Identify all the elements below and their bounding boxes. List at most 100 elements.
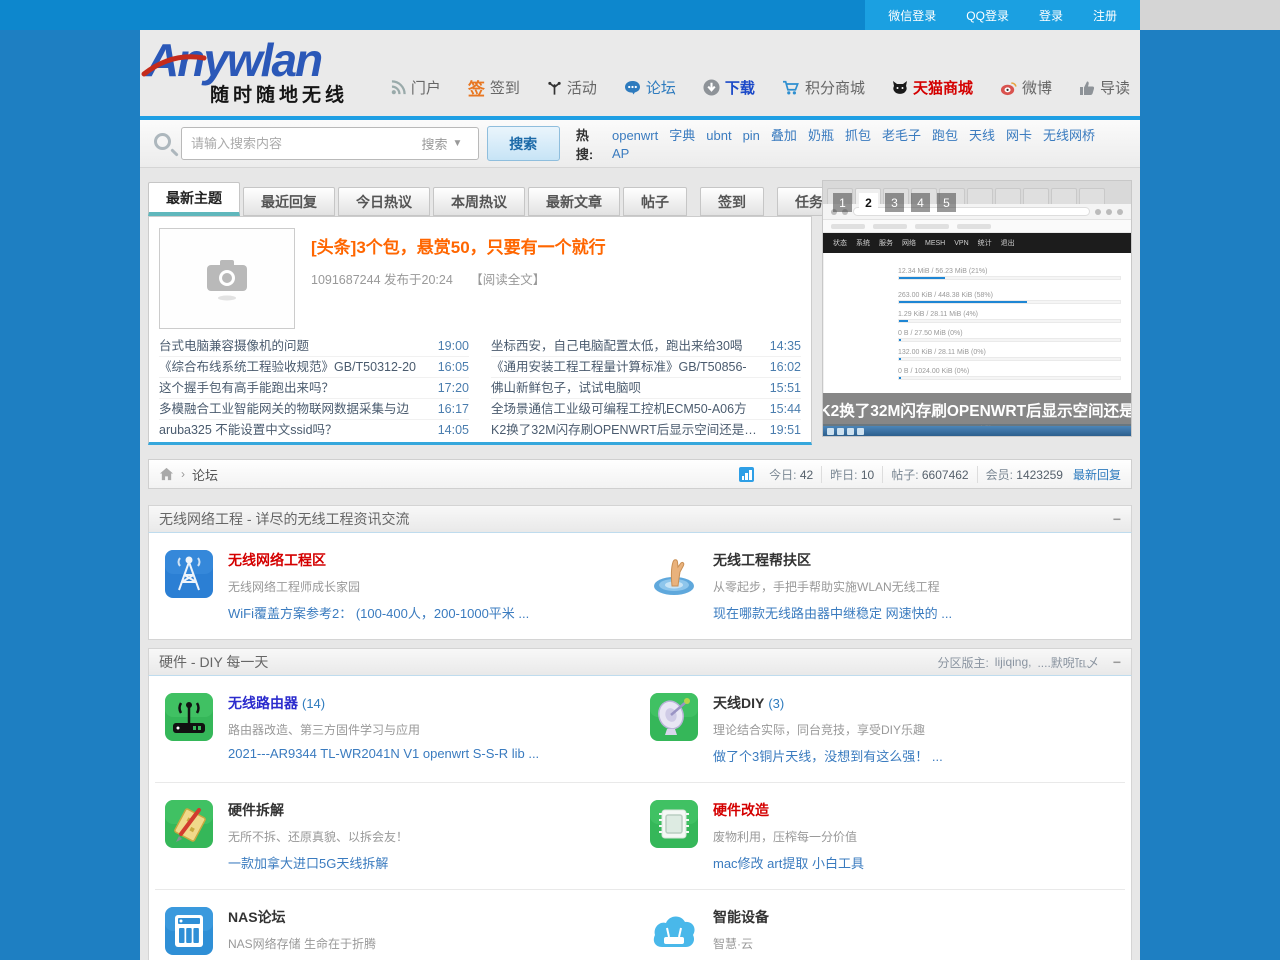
hot-keyword[interactable]: openwrt (612, 128, 658, 143)
home-icon[interactable] (159, 467, 174, 481)
breadcrumb-forum-link[interactable]: 论坛 (192, 465, 218, 484)
nav-item-points-mall[interactable]: 积分商城 (782, 77, 865, 98)
forum-name-link[interactable]: 硬件改造 (713, 802, 769, 818)
topic-time[interactable]: 17:20 (438, 378, 469, 398)
topic-link[interactable]: 台式电脑兼容摄像机的问题 (159, 336, 309, 356)
hot-keyword[interactable]: AP (612, 146, 629, 161)
collapse-button[interactable]: − (1113, 654, 1121, 670)
forum-last-post-link[interactable]: WiFi覆盖方案参考2： (100-400人，200-1000平米 ... (228, 603, 529, 622)
forum-name-link[interactable]: NAS论坛 (228, 909, 286, 925)
topic-link[interactable]: 多模融合工业智能网关的物联网数据采集与边 (159, 399, 409, 419)
posts-button[interactable]: 帖子 (623, 187, 687, 216)
nav-item-tmall[interactable]: 天猫商城 (892, 77, 973, 98)
carousel-page-button[interactable]: 3 (885, 193, 904, 212)
topic-link[interactable]: aruba325 不能设置中文ssid吗？ (159, 420, 338, 441)
forum-last-post-link[interactable]: mac修改 art提取 小白工具 (713, 853, 864, 872)
search-input[interactable] (182, 136, 422, 151)
topic-time[interactable]: 19:51 (770, 420, 801, 441)
tab-latest-articles[interactable]: 最新文章 (528, 187, 620, 216)
hot-keyword[interactable]: pin (743, 128, 760, 143)
topic-time[interactable]: 14:35 (770, 336, 801, 356)
wechat-login-link[interactable]: 微信登录 (873, 7, 951, 24)
cloud-router-icon[interactable] (650, 907, 698, 955)
topic-time[interactable]: 16:17 (438, 399, 469, 419)
hot-keyword[interactable]: ubnt (706, 128, 731, 143)
topic-link[interactable]: K2换了32M闪存刷OPENWRT后显示空间还是特小 (491, 420, 760, 441)
login-link[interactable]: 登录 (1024, 7, 1078, 24)
latest-replies-link[interactable]: 最新回复 (1073, 466, 1121, 483)
topic-time[interactable]: 14:05 (438, 420, 469, 441)
qq-login-link[interactable]: QQ登录 (951, 7, 1024, 24)
collapse-button[interactable]: − (1113, 511, 1121, 527)
tab-latest-topics[interactable]: 最新主题 (148, 182, 240, 216)
nav-item-weibo[interactable]: 微博 (1000, 77, 1052, 98)
hot-keyword[interactable]: 天线 (969, 128, 995, 143)
search-scope-select[interactable]: 搜索 ▼ (422, 134, 478, 153)
topic-link[interactable]: 这个握手包有高手能跑出来吗？ (159, 378, 334, 398)
hot-keyword[interactable]: 跑包 (932, 128, 958, 143)
section-title[interactable]: 无线网络工程 - 详尽的无线工程资讯交流 (159, 509, 409, 529)
forum-today-count[interactable]: (3) (768, 696, 784, 711)
forum-name-link[interactable]: 智能设备 (713, 909, 769, 925)
nav-item-guide[interactable]: 导读 (1079, 77, 1130, 98)
topic-time[interactable]: 15:51 (770, 378, 801, 398)
carousel-page-button[interactable]: 5 (937, 193, 956, 212)
topic-link[interactable]: 全场景通信工业级可编程工控机ECM50-A06方 (491, 399, 747, 419)
topic-link[interactable]: 《综合布线系统工程验收规范》GB/T50312-20 (159, 357, 416, 377)
forum-name-link[interactable]: 无线工程帮扶区 (713, 552, 811, 568)
antenna-tower-icon[interactable] (165, 550, 213, 598)
forum-last-post-link[interactable]: 做了个3铜片天线，没想到有这么强！ ... (713, 746, 943, 765)
headline-title-link[interactable]: [头条]3个包，悬赏50，只要有一个就行 (311, 233, 606, 258)
site-logo[interactable]: Anywlan 随时随地无线 (146, 36, 348, 107)
hot-keyword[interactable]: 叠加 (771, 128, 797, 143)
forum-name-link[interactable]: 天线DIY (713, 695, 764, 711)
register-link[interactable]: 注册 (1078, 7, 1132, 24)
tab-hot-week[interactable]: 本周热议 (433, 187, 525, 216)
search-button[interactable]: 搜索 (487, 126, 560, 161)
nav-item-portal[interactable]: 门户 (391, 77, 441, 98)
hot-keyword[interactable]: 字典 (669, 128, 695, 143)
topic-time[interactable]: 16:05 (438, 357, 469, 377)
forum-today-count[interactable]: (14) (302, 696, 325, 711)
topic-link[interactable]: 《通用安装工程工程量计算标准》GB/T50856- (491, 357, 747, 377)
topic-time[interactable]: 16:02 (770, 357, 801, 377)
nav-item-forum[interactable]: 论坛 (624, 77, 676, 98)
forum-last-post-link[interactable]: 一款加拿大进口5G天线拆解 (228, 853, 408, 872)
topic-link[interactable]: 坐标西安，自己电脑配置太低，跑出来给30喝 (491, 336, 742, 356)
forum-name-link[interactable]: 无线网络工程区 (228, 552, 326, 568)
forum-name-link[interactable]: 硬件拆解 (228, 802, 284, 818)
moderator-link[interactable]: ....默唲℡乄 (1037, 654, 1098, 671)
forum-last-post-link[interactable]: 2021---AR9344 TL-WR2041N V1 openwrt S-S-… (228, 746, 539, 761)
hot-keyword[interactable]: 老毛子 (882, 128, 921, 143)
moderator-link[interactable]: lijiqing, (995, 655, 1032, 669)
tab-recent-replies[interactable]: 最近回复 (243, 187, 335, 216)
chip-icon[interactable] (650, 800, 698, 848)
tab-hot-today[interactable]: 今日热议 (338, 187, 430, 216)
carousel-page-button-active[interactable]: 2 (859, 193, 878, 212)
topic-link[interactable]: 佛山新鲜包子，试试电脑呗 (491, 378, 641, 398)
hot-keyword[interactable]: 奶瓶 (808, 128, 834, 143)
nas-server-icon[interactable] (165, 907, 213, 955)
carousel-page-button[interactable]: 4 (911, 193, 930, 212)
router-icon[interactable] (165, 693, 213, 741)
nav-item-signin[interactable]: 签 签到 (468, 75, 520, 100)
forum-name-link[interactable]: 无线路由器 (228, 695, 298, 711)
topic-time[interactable]: 19:00 (438, 336, 469, 356)
carousel-caption[interactable]: K2换了32M闪存刷OPENWRT后显示空间还是 (823, 393, 1131, 426)
headline-thumbnail[interactable] (159, 228, 295, 329)
hot-keyword[interactable]: 网卡 (1006, 128, 1032, 143)
image-carousel[interactable]: 1 2 3 4 5 状态系统服务网络MESHVPN统计退出 (822, 180, 1132, 437)
nav-item-download[interactable]: 下载 (703, 77, 755, 98)
read-all-link[interactable]: 【阅读全文】 (470, 273, 545, 287)
nav-item-activity[interactable]: 活动 (547, 77, 597, 98)
tools-icon[interactable] (165, 800, 213, 848)
section-title[interactable]: 硬件 - DIY 每一天 (159, 652, 268, 672)
hot-keyword[interactable]: 无线网桥 (1043, 128, 1095, 143)
forum-last-post-link[interactable]: 现在哪款无线路由器中继稳定 网速快的 ... (713, 603, 952, 622)
satellite-dish-icon[interactable] (650, 693, 698, 741)
carousel-page-button[interactable]: 1 (833, 193, 852, 212)
helping-hand-icon[interactable] (650, 550, 698, 598)
hot-keyword[interactable]: 抓包 (845, 128, 871, 143)
signin-button[interactable]: 签到 (700, 187, 764, 216)
topic-time[interactable]: 15:44 (770, 399, 801, 419)
